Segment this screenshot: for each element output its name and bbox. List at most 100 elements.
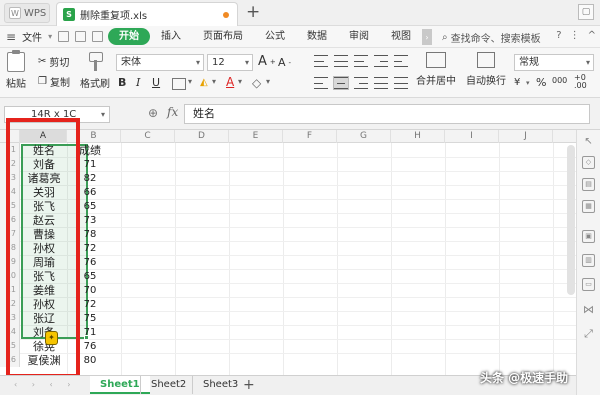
font-name-value: 宋体 (121, 57, 141, 68)
increase-font-button[interactable]: A + (258, 54, 276, 69)
merge-center-button[interactable]: 合并居中 (416, 52, 456, 87)
align-top-icon[interactable] (314, 55, 328, 67)
underline-button[interactable]: U (152, 76, 160, 89)
add-sheet-button[interactable]: + (243, 377, 255, 393)
copy-label: 复制 (49, 78, 70, 89)
paste-button[interactable]: 粘贴 (6, 50, 26, 90)
cut-button[interactable]: ✂ 剪切 (38, 54, 69, 69)
align-right-icon[interactable] (354, 77, 368, 89)
border-icon[interactable] (172, 78, 186, 90)
column-header-d[interactable]: D (175, 130, 229, 143)
wrap-text-button[interactable]: 自动换行 (466, 52, 506, 87)
font-color-icon[interactable]: A (226, 75, 234, 89)
more-tabs-chevron-icon[interactable]: › (422, 29, 432, 45)
wps-logo-icon: W (9, 7, 21, 19)
hamburger-icon[interactable]: ≡ (6, 30, 16, 44)
open-file-icon[interactable] (58, 31, 70, 42)
italic-button[interactable]: I (136, 76, 140, 89)
distribute-icon[interactable] (394, 77, 408, 89)
zoom-icon[interactable]: ⊕ (148, 106, 158, 120)
style-icon[interactable]: ▤ (582, 178, 595, 191)
shapes-icon[interactable]: ◇ (582, 156, 595, 169)
command-search[interactable]: ⌕ 查找命令、搜索模板 (442, 30, 541, 45)
fill-handle[interactable] (84, 335, 89, 340)
clear-format-icon[interactable]: ◇ (252, 76, 261, 90)
chevron-down-icon: ▾ (585, 58, 590, 67)
align-left-icon[interactable] (314, 77, 328, 89)
align-middle-icon[interactable] (334, 55, 348, 67)
column-header-i[interactable]: I (445, 130, 499, 143)
column-header-h[interactable]: H (391, 130, 445, 143)
increase-font-icon: A (258, 54, 267, 69)
more-menu-icon[interactable]: ⋮ (570, 30, 580, 41)
tab-page-layout[interactable]: 页面布局 (192, 28, 254, 45)
currency-chevron-icon[interactable]: ▾ (526, 79, 530, 87)
justify-icon[interactable] (374, 77, 388, 89)
window-menu-icon[interactable]: ▢ (578, 4, 594, 20)
decimal-icon[interactable]: +0.00 (574, 74, 587, 90)
border-chevron-icon[interactable]: ▾ (188, 77, 192, 86)
backup-icon[interactable]: ▣ (582, 230, 595, 243)
column-header-e[interactable]: E (229, 130, 283, 143)
collapse-ribbon-icon[interactable]: ^ (588, 30, 596, 41)
tab-home[interactable]: 开始 (108, 28, 150, 45)
cursor-select-icon[interactable]: ↖ (582, 136, 595, 149)
annotation-highlight-box (6, 118, 80, 378)
font-color-chevron-icon[interactable]: ▾ (238, 77, 242, 86)
decrease-font-icon: A (278, 56, 286, 69)
scissors-icon: ✂ (38, 56, 47, 67)
outdent-icon[interactable] (394, 55, 408, 67)
tab-formula[interactable]: 公式 (254, 28, 296, 45)
bold-button[interactable]: B (118, 76, 126, 89)
sheet-nav-arrows-icon[interactable]: ‹ › ‹ › (14, 380, 76, 389)
clear-chevron-icon[interactable]: ▾ (266, 77, 270, 86)
chevron-down-icon: ▾ (195, 58, 200, 67)
wps-home-tab[interactable]: W WPS (4, 3, 50, 23)
copy-button[interactable]: ❐ 复制 (38, 74, 70, 89)
column-header-j[interactable]: J (499, 130, 553, 143)
font-name-select[interactable]: 宋体 ▾ (116, 54, 204, 71)
align-center-icon[interactable] (333, 76, 349, 90)
align-bottom-icon[interactable] (354, 55, 368, 67)
sheet-tab-3[interactable]: Sheet3 (192, 376, 248, 394)
document-tab[interactable]: S 删除重复项.xls (56, 2, 238, 26)
spreadsheet-grid[interactable]: A B C D E F G H I J 1 2 3 4 5 6 7 8 9 10… (0, 130, 576, 375)
image-icon[interactable]: ▥ (582, 254, 595, 267)
fill-color-icon[interactable]: ◭ (200, 77, 208, 88)
format-painter-label: 格式刷 (80, 79, 110, 90)
column-header-c[interactable]: C (121, 130, 175, 143)
tab-view[interactable]: 视图 (380, 28, 422, 45)
help-icon[interactable]: ? (556, 30, 561, 41)
chevron-down-icon: ▾ (100, 110, 105, 119)
column-header-g[interactable]: G (337, 130, 391, 143)
formula-input[interactable]: 姓名 (184, 104, 590, 124)
expand-icon[interactable]: ⤢ (582, 328, 595, 341)
new-tab-button[interactable]: + (246, 2, 260, 22)
currency-icon[interactable]: ¥ (514, 77, 520, 88)
number-format-select[interactable]: 常规 ▾ (514, 54, 594, 71)
fill-chevron-icon[interactable]: ▾ (212, 77, 216, 86)
wrap-icon (477, 52, 495, 68)
vertical-scrollbar[interactable] (567, 145, 575, 295)
title-bar: W WPS S 删除重复项.xls + ▢ (0, 0, 600, 26)
property-icon[interactable]: ▦ (582, 200, 595, 213)
file-menu[interactable]: 文件 (22, 29, 42, 44)
font-size-select[interactable]: 12 ▾ (207, 54, 253, 71)
format-painter-button[interactable]: 格式刷 (80, 52, 110, 90)
tab-review[interactable]: 审阅 (338, 28, 380, 45)
print-icon[interactable] (92, 31, 104, 42)
save-icon[interactable] (75, 31, 87, 42)
indent-icon[interactable] (374, 55, 388, 67)
sheet-tab-2[interactable]: Sheet2 (140, 376, 196, 394)
archive-icon[interactable]: ▭ (582, 278, 595, 291)
decrease-font-button[interactable]: A- (278, 56, 291, 69)
percent-button[interactable]: % (536, 76, 546, 89)
share-icon[interactable]: ⋈ (582, 304, 595, 317)
fx-icon[interactable]: fx (167, 105, 178, 119)
tab-insert[interactable]: 插入 (150, 28, 192, 45)
number-format-value: 常规 (519, 57, 539, 68)
column-header-f[interactable]: F (283, 130, 337, 143)
file-menu-chevron-icon[interactable]: ▾ (48, 32, 52, 41)
tab-data[interactable]: 数据 (296, 28, 338, 45)
thousands-button[interactable]: 000 (552, 76, 567, 85)
